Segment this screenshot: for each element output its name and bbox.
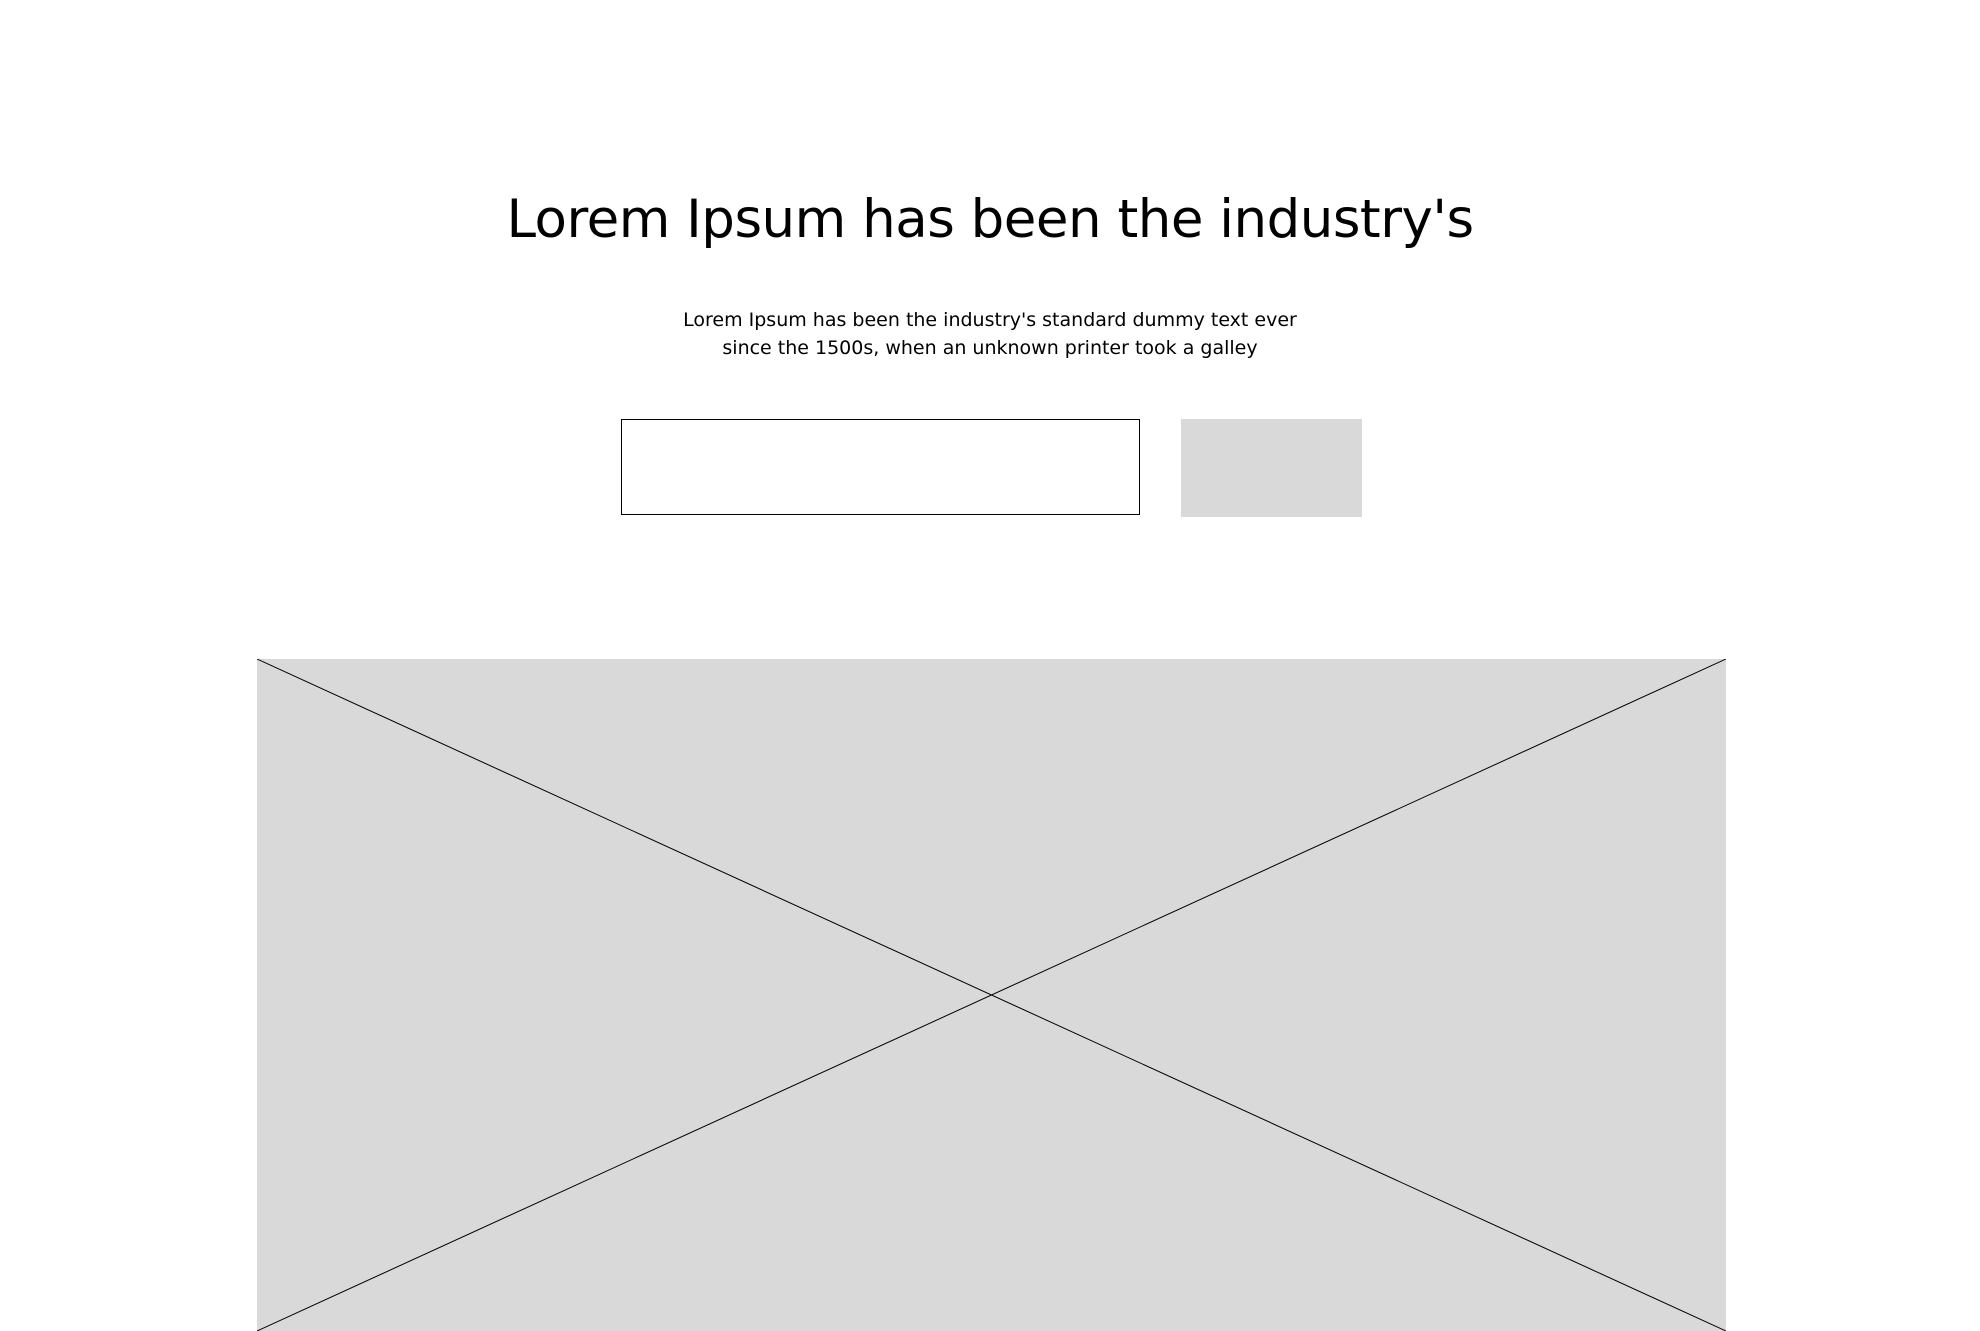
hero-description: Lorem Ipsum has been the industry's stan… [640, 306, 1340, 362]
signup-input[interactable] [621, 419, 1140, 515]
hero-description-line-2: since the 1500s, when an unknown printer… [722, 337, 1258, 359]
image-placeholder-icon [257, 659, 1726, 1331]
hero-title: Lorem Ipsum has been the industry's [506, 189, 1474, 250]
submit-button[interactable] [1181, 419, 1362, 517]
hero-image-placeholder [257, 659, 1726, 1331]
hero-description-line-1: Lorem Ipsum has been the industry's stan… [683, 309, 1297, 331]
